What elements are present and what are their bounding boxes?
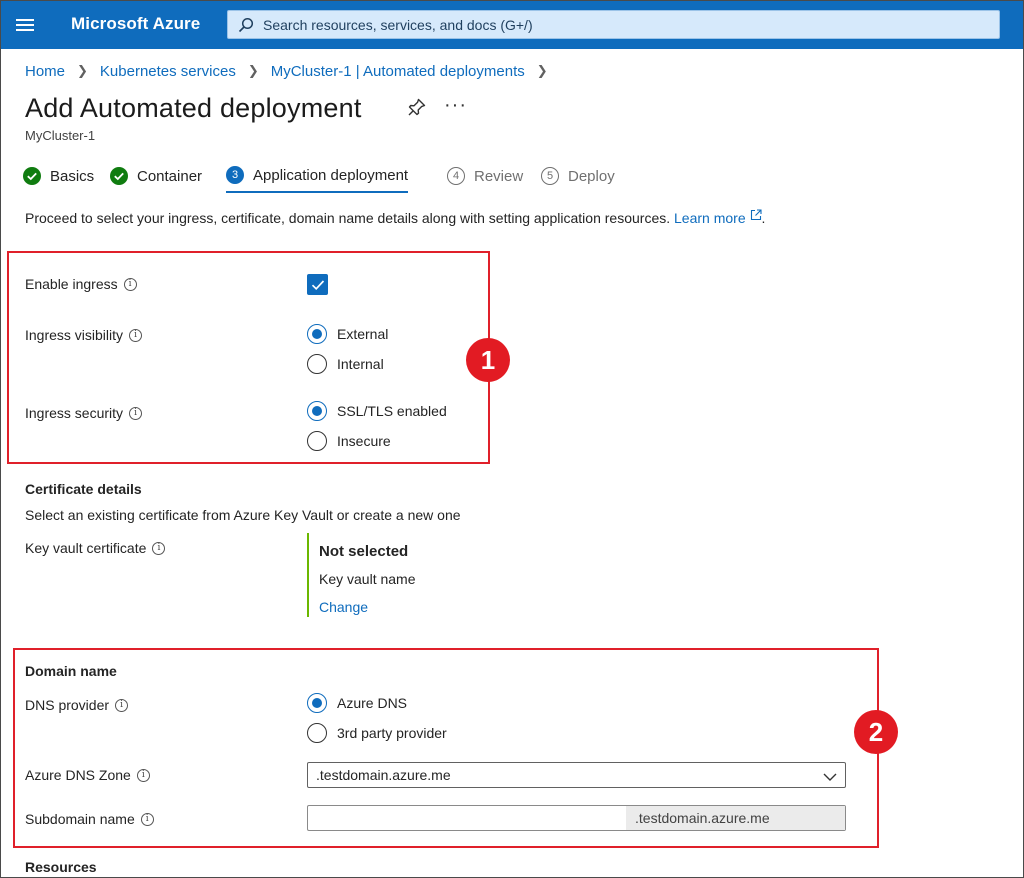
enable-ingress-text: Enable ingress [25,276,118,292]
ingress-security-label: Ingress security i [25,405,143,421]
search-input[interactable]: Search resources, services, and docs (G+… [227,10,1000,39]
info-icon[interactable]: i [129,328,143,342]
subdomain-input[interactable] [308,806,626,830]
key-vault-certificate-text: Key vault certificate [25,540,147,556]
step-number-badge: 4 [447,167,465,185]
step-number-badge: 3 [226,166,244,184]
ingress-visibility-text: Ingress visibility [25,327,124,343]
portal-window: Microsoft Azure Search resources, servic… [0,0,1024,878]
check-circle-icon [110,167,128,185]
certificate-heading: Certificate details [25,481,142,497]
menu-icon[interactable] [15,16,35,32]
search-placeholder: Search resources, services, and docs (G+… [263,17,533,33]
key-vault-selection: Not selected Key vault name Change [307,533,467,617]
breadcrumb-cluster-deployments[interactable]: MyCluster-1 | Automated deployments [271,63,525,80]
subdomain-suffix: .testdomain.azure.me [626,806,845,830]
breadcrumb-home[interactable]: Home [25,63,65,80]
chevron-down-icon [823,769,837,787]
dns-provider-text: DNS provider [25,697,110,713]
tab-label: Deploy [568,167,615,185]
ingress-security-text: Ingress security [25,405,124,421]
security-insecure-radio[interactable]: Insecure [307,430,391,452]
check-circle-icon [23,167,41,185]
info-icon[interactable]: i [152,541,166,555]
radio-label: External [337,326,389,342]
tab-label: Application deployment [253,166,409,184]
intro-description: Proceed to select your ingress, certific… [25,210,671,226]
callout-badge-2: 2 [854,710,898,754]
info-icon[interactable]: i [123,277,137,291]
azure-dns-zone-text: Azure DNS Zone [25,767,131,783]
select-value: .testdomain.azure.me [316,767,451,783]
learn-more-label: Learn more [674,210,746,226]
subdomain-name-label: Subdomain name i [25,811,154,827]
intro-text: Proceed to select your ingress, certific… [25,209,765,226]
radio-unselected-icon [307,723,327,743]
visibility-external-radio[interactable]: External [307,323,388,345]
chevron-right-icon: ❯ [536,63,548,78]
radio-label: Azure DNS [337,695,408,711]
azure-dns-zone-select[interactable]: .testdomain.azure.me [307,762,846,788]
tab-label: Review [474,167,524,185]
azure-dns-zone-label: Azure DNS Zone i [25,767,150,783]
page-subtitle: MyCluster-1 [25,128,96,143]
tab-label: Container [137,167,203,185]
page-title: Add Automated deployment [25,93,362,123]
tab-review[interactable]: 4 Review [447,161,523,191]
radio-unselected-icon [307,354,327,374]
dns-azure-radio[interactable]: Azure DNS [307,692,407,714]
ingress-visibility-label: Ingress visibility i [25,327,143,343]
info-icon[interactable]: i [115,698,129,712]
external-link-icon [750,209,762,221]
breadcrumb-kubernetes-services[interactable]: Kubernetes services [100,63,236,80]
radio-selected-icon [307,693,327,713]
chevron-right-icon: ❯ [77,63,88,78]
intro-end: . [761,210,766,226]
dns-provider-label: DNS provider i [25,697,129,713]
info-icon[interactable]: i [140,812,154,826]
key-vault-certificate-label: Key vault certificate i [25,540,166,556]
change-certificate-link[interactable]: Change [319,599,368,615]
radio-label: Internal [337,356,384,372]
step-number-badge: 5 [541,167,559,185]
brand-name[interactable]: Microsoft Azure [71,14,200,34]
radio-unselected-icon [307,431,327,451]
pin-icon[interactable] [407,97,427,122]
subdomain-field: .testdomain.azure.me [307,805,846,831]
domain-heading: Domain name [25,663,117,679]
radio-label: 3rd party provider [337,725,447,741]
visibility-internal-radio[interactable]: Internal [307,353,384,375]
search-icon [238,17,254,38]
tab-basics[interactable]: Basics [23,161,94,191]
more-options-icon[interactable]: ··· [444,94,467,117]
security-ssl-radio[interactable]: SSL/TLS enabled [307,400,447,422]
top-bar: Microsoft Azure Search resources, servic… [1,1,1023,49]
radio-selected-icon [307,324,327,344]
breadcrumb: Home ❯ Kubernetes services ❯ MyCluster-1… [25,61,560,81]
tab-container[interactable]: Container [110,161,202,191]
certificate-status: Not selected [319,543,409,560]
info-icon[interactable]: i [136,768,150,782]
tab-application-deployment[interactable]: 3 Application deployment [226,161,409,193]
resources-heading: Resources [25,859,97,875]
tab-deploy[interactable]: 5 Deploy [541,161,615,191]
enable-ingress-checkbox[interactable] [307,274,328,295]
key-vault-name: Key vault name [319,571,416,587]
dns-third-party-radio[interactable]: 3rd party provider [307,722,447,744]
tab-label: Basics [50,167,95,185]
radio-label: SSL/TLS enabled [337,403,447,419]
radio-label: Insecure [337,433,391,449]
chevron-right-icon: ❯ [247,63,259,78]
checkmark-icon [311,279,324,290]
enable-ingress-label: Enable ingress i [25,276,137,292]
certificate-description: Select an existing certificate from Azur… [25,507,461,523]
radio-selected-icon [307,401,327,421]
info-icon[interactable]: i [129,406,143,420]
subdomain-name-text: Subdomain name [25,811,135,827]
callout-badge-1: 1 [466,338,510,382]
learn-more-link[interactable]: Learn more [674,209,762,226]
